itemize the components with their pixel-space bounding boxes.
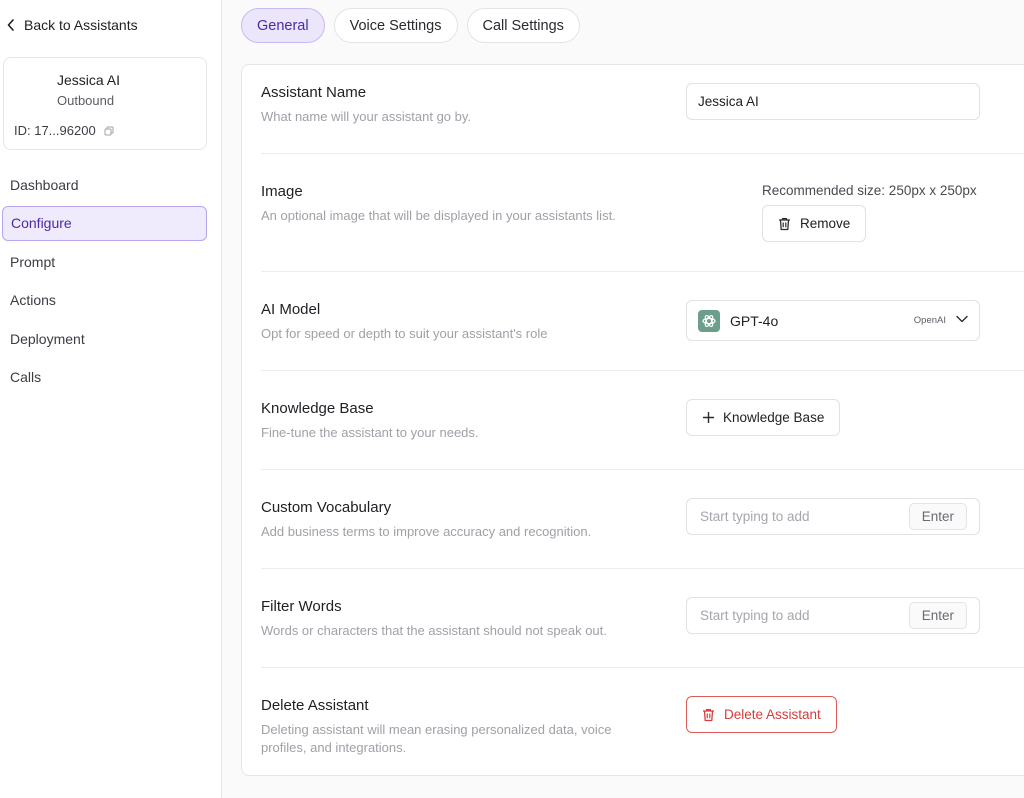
selected-model: GPT-4o — [730, 312, 779, 329]
openai-logo-icon — [698, 309, 720, 332]
custom-vocabulary-enter-button[interactable]: Enter — [908, 503, 967, 530]
trash-icon — [702, 708, 715, 722]
delete-assistant-label: Delete Assistant — [724, 707, 821, 722]
assistant-profile-card: Jessica AI Outbound ID: 17...96200 — [3, 57, 207, 150]
sidebar-nav: Dashboard Configure Prompt Actions Deplo… — [2, 167, 207, 398]
chevron-left-icon — [6, 19, 16, 31]
delete-assistant-section: Delete Assistant Deleting assistant will… — [261, 697, 1024, 757]
divider — [261, 469, 1024, 470]
delete-assistant-control: Delete Assistant — [686, 696, 837, 733]
divider — [261, 667, 1024, 668]
ai-model-select[interactable]: GPT-4o OpenAI — [686, 300, 980, 341]
tab-voice-settings[interactable]: Voice Settings — [333, 8, 458, 43]
sidebar: Back to Assistants Jessica AI Outbound I… — [0, 0, 222, 798]
delete-assistant-button[interactable]: Delete Assistant — [686, 696, 837, 733]
model-provider: OpenAI — [913, 315, 946, 326]
general-settings-panel: Assistant Name What name will your assis… — [241, 64, 1024, 776]
sidebar-item-prompt[interactable]: Prompt — [2, 244, 207, 279]
section-title: Knowledge Base — [261, 400, 374, 417]
back-to-assistants-link[interactable]: Back to Assistants — [6, 14, 138, 36]
section-description: Fine-tune the assistant to your needs. — [261, 425, 479, 440]
ai-model-control: GPT-4o OpenAI — [686, 300, 980, 341]
assistant-name-control: Jessica AI — [686, 83, 980, 120]
filter-words-input[interactable]: Start typing to add Enter — [686, 597, 980, 634]
divider — [261, 271, 1024, 272]
knowledge-base-control: Knowledge Base — [686, 399, 841, 436]
section-description: Opt for speed or depth to suit your assi… — [261, 326, 548, 341]
filter-words-control: Start typing to add Enter — [686, 597, 980, 634]
assistant-id-text: ID: 17...96200 — [14, 123, 96, 138]
divider — [261, 370, 1024, 371]
sidebar-item-dashboard[interactable]: Dashboard — [2, 167, 207, 202]
section-description: Add business terms to improve accuracy a… — [261, 524, 592, 539]
knowledge-base-button-label: Knowledge Base — [723, 410, 825, 425]
assistant-name-input[interactable]: Jessica AI — [686, 83, 980, 120]
custom-vocabulary-input[interactable]: Start typing to add Enter — [686, 498, 980, 535]
tab-call-settings[interactable]: Call Settings — [466, 8, 580, 43]
section-description: What name will your assistant go by. — [261, 109, 472, 124]
sidebar-item-calls[interactable]: Calls — [2, 360, 207, 395]
image-control: Remove — [762, 205, 867, 242]
remove-image-button[interactable]: Remove — [762, 205, 867, 242]
custom-vocabulary-placeholder: Start typing to add — [700, 509, 810, 524]
trash-icon — [778, 217, 791, 231]
sidebar-item-actions[interactable]: Actions — [2, 283, 207, 318]
divider — [261, 568, 1024, 569]
filter-words-enter-button[interactable]: Enter — [908, 602, 967, 629]
add-knowledge-base-button[interactable]: Knowledge Base — [686, 399, 841, 436]
remove-label: Remove — [800, 216, 851, 231]
divider — [261, 153, 1024, 154]
chevron-down-icon — [956, 315, 968, 327]
section-description: Words or characters that the assistant s… — [261, 623, 607, 638]
knowledge-base-section: Knowledge Base Fine-tune the assistant t… — [261, 400, 1024, 442]
sidebar-item-deployment[interactable]: Deployment — [2, 321, 207, 356]
settings-tabs: General Voice Settings Call Settings — [241, 8, 580, 43]
back-label: Back to Assistants — [24, 17, 138, 33]
plus-icon — [703, 412, 714, 423]
custom-vocabulary-control: Start typing to add Enter — [686, 498, 980, 535]
section-description: An optional image that will be displayed… — [261, 208, 616, 223]
filter-words-placeholder: Start typing to add — [700, 608, 810, 623]
section-title: Delete Assistant — [261, 697, 369, 714]
tab-general[interactable]: General — [241, 8, 325, 43]
recommended-size-text: Recommended size: 250px x 250px — [762, 183, 977, 198]
assistant-name: Jessica AI — [57, 72, 121, 88]
sidebar-item-configure[interactable]: Configure — [2, 205, 207, 241]
assistant-id: ID: 17...96200 — [14, 123, 114, 138]
copy-icon[interactable] — [104, 126, 114, 136]
assistant-type: Outbound — [57, 93, 115, 108]
section-description: Deleting assistant will mean erasing per… — [261, 722, 612, 755]
